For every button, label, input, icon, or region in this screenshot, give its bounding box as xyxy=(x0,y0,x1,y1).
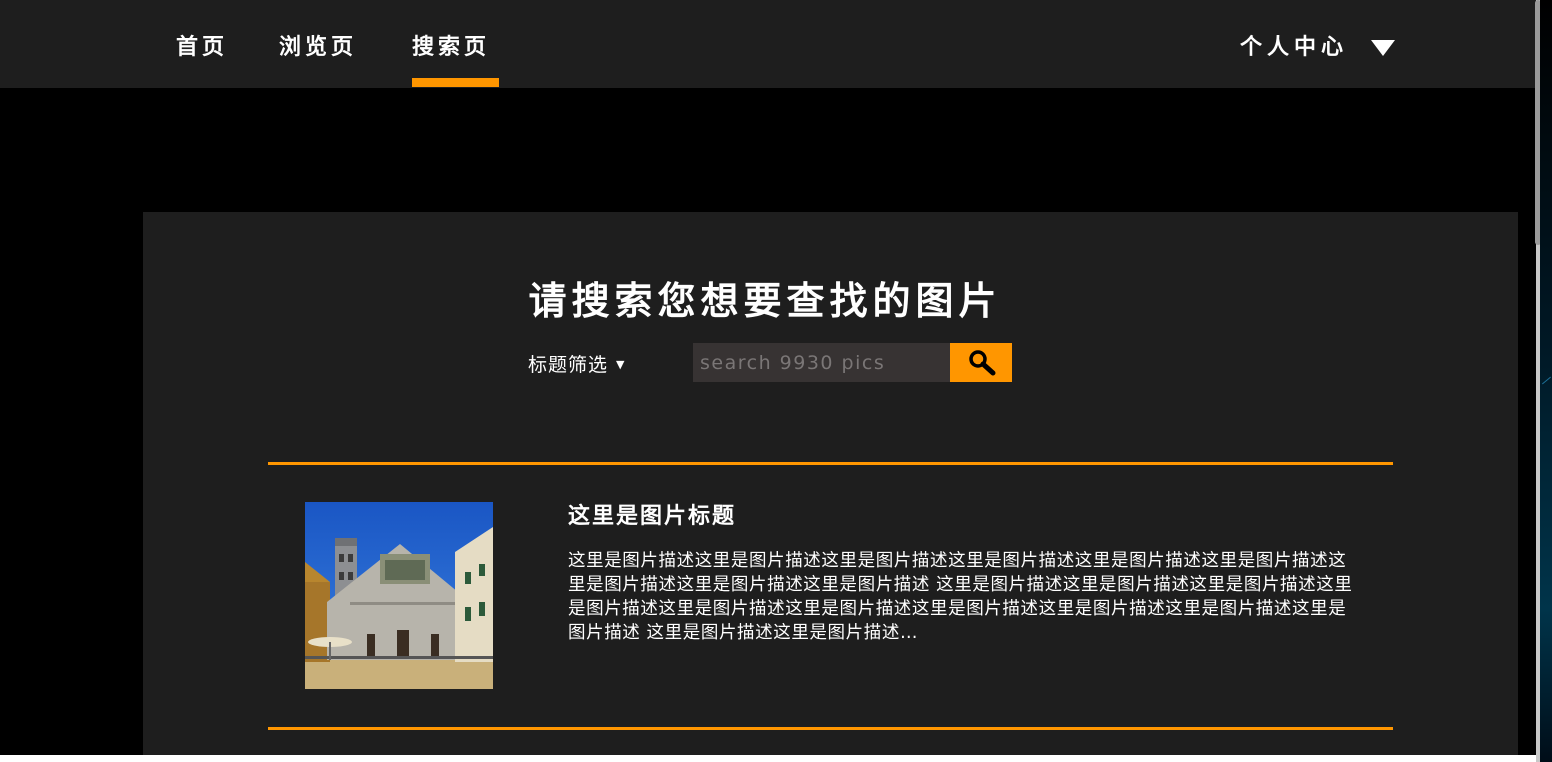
active-nav-indicator xyxy=(412,78,499,87)
nav-item-browse[interactable]: 浏览页 xyxy=(279,0,357,88)
result-title[interactable]: 这里是图片标题 xyxy=(568,498,736,530)
result-thumbnail[interactable] xyxy=(305,502,493,689)
nav-item-home[interactable]: 首页 xyxy=(176,0,228,88)
result-divider xyxy=(268,727,1393,730)
result-description: 这里是图片描述这里是图片描述这里是图片描述这里是图片描述这里是图片描述这里是图片… xyxy=(568,551,1353,643)
page-title: 请搜索您想要查找的图片 xyxy=(528,279,1002,323)
page-bottom-edge xyxy=(0,755,1536,762)
top-navbar: 首页 浏览页 搜索页 个人中心 xyxy=(0,0,1536,88)
church-photo xyxy=(305,502,493,689)
user-center-menu[interactable]: 个人中心 xyxy=(1240,0,1348,88)
search-input[interactable] xyxy=(693,343,950,382)
caret-down-small-icon: ▼ xyxy=(616,358,626,371)
result-divider xyxy=(268,462,1393,465)
magnifier-icon xyxy=(969,350,996,376)
filter-label: 标题筛选 xyxy=(528,354,609,376)
title-filter-dropdown[interactable]: 标题筛选 ▼ xyxy=(528,350,625,377)
search-button[interactable] xyxy=(950,343,1012,382)
nav-item-search[interactable]: 搜索页 xyxy=(412,0,490,88)
caret-down-icon[interactable] xyxy=(1371,40,1395,56)
